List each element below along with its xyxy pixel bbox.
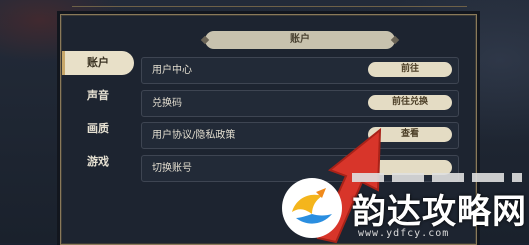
site-watermark: 韵达攻略网 www.ydfcy.com xyxy=(276,170,529,243)
sidebar-item-account[interactable]: 账户 xyxy=(62,51,134,75)
sidebar-item-sound[interactable]: 声音 xyxy=(62,84,134,108)
switch-account-label: 切换账号 xyxy=(152,163,192,174)
sidebar-item-game[interactable]: 游戏 xyxy=(62,150,134,174)
section-title: 账户 xyxy=(205,31,395,49)
watermark-url: www.ydfcy.com xyxy=(358,228,450,239)
watermark-bar xyxy=(352,173,522,182)
user-center-label: 用户中心 xyxy=(152,65,192,76)
redeem-code-button[interactable]: 前往兑换 xyxy=(368,95,452,110)
user-center-button[interactable]: 前往 xyxy=(368,62,452,77)
logo-icon xyxy=(284,180,340,236)
watermark-title: 韵达攻略网 xyxy=(352,192,527,232)
site-logo xyxy=(282,178,342,238)
user-center-row: 用户中心 前往 xyxy=(141,57,459,84)
sidebar-item-graphics[interactable]: 画质 xyxy=(62,117,134,141)
panel-ornament xyxy=(72,6,467,7)
user-agreement-label: 用户协议/隐私政策 xyxy=(152,130,236,141)
redeem-code-label: 兑换码 xyxy=(152,98,182,109)
redeem-code-row: 兑换码 前往兑换 xyxy=(141,90,459,117)
